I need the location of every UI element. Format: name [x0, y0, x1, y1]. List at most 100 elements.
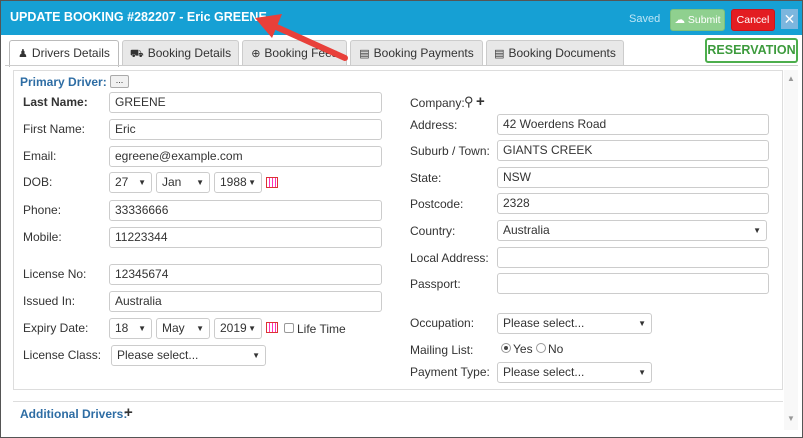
select-value: May: [162, 321, 185, 335]
last-name-field[interactable]: GREENE: [109, 92, 382, 113]
email-label: Email:: [23, 149, 57, 163]
expiry-month-select[interactable]: May ▼: [156, 318, 210, 339]
phone-label: Phone:: [23, 203, 62, 217]
life-time-checkbox[interactable]: [284, 323, 294, 333]
tab-drivers-details[interactable]: ♟ Drivers Details: [9, 40, 119, 67]
submit-button[interactable]: ☁ Submit: [670, 9, 725, 31]
section-divider: [13, 401, 783, 402]
scroll-down-icon[interactable]: ▼: [787, 414, 795, 423]
select-value: Please select...: [503, 365, 585, 379]
occupation-select[interactable]: Please select... ▼: [497, 313, 652, 334]
company-label: Company:: [410, 96, 465, 110]
life-time-label: Life Time: [297, 322, 346, 336]
state-label: State:: [410, 171, 442, 185]
additional-drivers-title: Additional Drivers:: [20, 407, 128, 421]
license-class-select[interactable]: Please select... ▼: [111, 345, 266, 366]
primary-driver-more-button[interactable]: ...: [110, 75, 129, 88]
saved-status: Saved: [629, 13, 661, 25]
chevron-down-icon: ▼: [248, 178, 256, 187]
mailing-no-radio[interactable]: [536, 343, 546, 353]
chevron-down-icon: ▼: [753, 226, 761, 235]
tab-divider: [5, 65, 798, 66]
add-driver-icon[interactable]: +: [124, 404, 133, 421]
select-value: 2019: [220, 321, 247, 335]
cancel-button[interactable]: Cancel: [731, 9, 775, 31]
expiry-year-select[interactable]: 2019 ▼: [214, 318, 262, 339]
select-value: Please select...: [503, 316, 585, 330]
tab-label: Booking Details: [147, 46, 232, 60]
tab-label: Booking Documents: [508, 46, 616, 60]
first-name-label: First Name:: [23, 122, 86, 136]
payment-type-select[interactable]: Please select... ▼: [497, 362, 652, 383]
user-icon: ♟: [18, 48, 28, 60]
scroll-up-icon[interactable]: ▲: [787, 74, 795, 83]
mobile-field[interactable]: 11223344: [109, 227, 382, 248]
mailing-yes-radio[interactable]: [501, 343, 511, 353]
chevron-down-icon: ▼: [638, 368, 646, 377]
last-name-label: Last Name:: [23, 95, 88, 109]
car-icon: ⛟: [129, 48, 144, 60]
phone-field[interactable]: 33336666: [109, 200, 382, 221]
tab-booking-fees[interactable]: ⊕ Booking Fees: [242, 40, 347, 66]
issued-in-label: Issued In:: [23, 294, 76, 308]
tab-booking-payments[interactable]: ▤ Booking Payments: [350, 40, 483, 66]
chevron-down-icon: ▼: [196, 324, 204, 333]
dob-year-select[interactable]: 1988 ▼: [214, 172, 262, 193]
plus-circle-icon: ⊕: [251, 48, 261, 60]
country-select[interactable]: Australia ▼: [497, 220, 767, 241]
postcode-field[interactable]: 2328: [497, 193, 769, 214]
mailing-list-label: Mailing List:: [410, 343, 474, 357]
passport-field[interactable]: [497, 273, 769, 294]
select-value: Please select...: [117, 348, 199, 362]
primary-driver-title: Primary Driver:: [20, 75, 107, 89]
state-field[interactable]: NSW: [497, 167, 769, 188]
license-no-label: License No:: [23, 267, 87, 281]
license-no-field[interactable]: 12345674: [109, 264, 382, 285]
payment-type-label: Payment Type:: [410, 365, 490, 379]
issued-in-field[interactable]: Australia: [109, 291, 382, 312]
address-label: Address:: [410, 118, 458, 132]
license-class-label: License Class:: [23, 348, 102, 362]
search-icon[interactable]: ⚲: [464, 94, 474, 110]
first-name-field[interactable]: Eric: [109, 119, 382, 140]
submit-label: Submit: [687, 14, 721, 26]
tab-booking-details[interactable]: ⛟ Booking Details: [122, 40, 239, 66]
window-title: UPDATE BOOKING #282207 - Eric GREENE: [10, 10, 267, 24]
close-icon[interactable]: ✕: [781, 9, 798, 29]
expiry-day-select[interactable]: 18 ▼: [109, 318, 152, 339]
expiry-date-label: Expiry Date:: [23, 321, 89, 335]
tab-label: Booking Fees: [264, 46, 338, 60]
email-field[interactable]: egreene@example.com: [109, 146, 382, 167]
calendar-icon[interactable]: [266, 177, 278, 188]
cloud-upload-icon: ☁: [674, 14, 685, 26]
chevron-down-icon: ▼: [138, 324, 146, 333]
reservation-button[interactable]: RESERVATION: [705, 38, 798, 63]
local-address-label: Local Address:: [410, 251, 489, 265]
select-value: 18: [115, 321, 129, 335]
chevron-down-icon: ▼: [248, 324, 256, 333]
occupation-label: Occupation:: [410, 316, 475, 330]
suburb-field[interactable]: GIANTS CREEK: [497, 140, 769, 161]
calendar-icon[interactable]: [266, 322, 278, 333]
chevron-down-icon: ▼: [638, 319, 646, 328]
add-company-icon[interactable]: +: [476, 93, 485, 110]
document-icon: ▤: [494, 48, 505, 60]
passport-label: Passport:: [410, 277, 461, 291]
select-value: 1988: [220, 175, 247, 189]
scrollbar[interactable]: ▲ ▼: [784, 70, 798, 430]
chevron-down-icon: ▼: [196, 178, 204, 187]
dob-day-select[interactable]: 27 ▼: [109, 172, 152, 193]
mailing-yes-label: Yes: [513, 342, 533, 356]
mailing-no-label: No: [548, 342, 564, 356]
title-bar: UPDATE BOOKING #282207 - Eric GREENE Sav…: [1, 1, 802, 35]
country-label: Country:: [410, 224, 456, 238]
select-value: 27: [115, 175, 129, 189]
dob-month-select[interactable]: Jan ▼: [156, 172, 210, 193]
tab-booking-documents[interactable]: ▤ Booking Documents: [486, 40, 624, 66]
suburb-label: Suburb / Town:: [410, 144, 490, 158]
tab-label: Booking Payments: [373, 46, 474, 60]
local-address-field[interactable]: [497, 247, 769, 268]
chevron-down-icon: ▼: [252, 351, 260, 360]
address-field[interactable]: 42 Woerdens Road: [497, 114, 769, 135]
chevron-down-icon: ▼: [138, 178, 146, 187]
